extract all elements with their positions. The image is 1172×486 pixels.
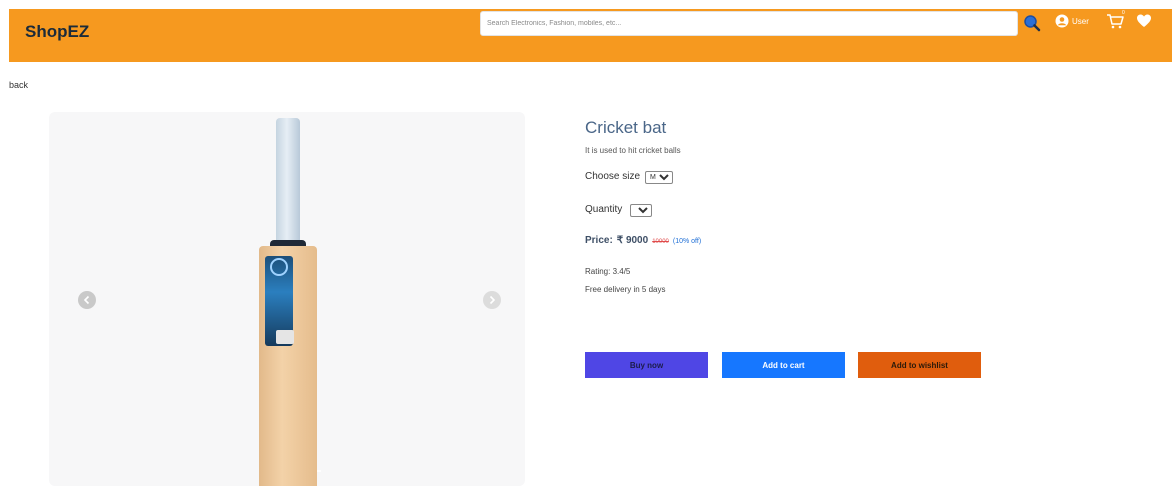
brand-logo[interactable]: ShopEZ — [25, 22, 89, 42]
price-row: Price: ₹ 9000 10000 (10% off) — [585, 235, 701, 246]
bat-tag — [276, 330, 294, 344]
wishlist-nav-button[interactable] — [1136, 13, 1154, 31]
price-label: Price: — [585, 235, 613, 246]
bat-handle — [276, 118, 300, 244]
search-bar — [480, 11, 1018, 36]
cart-count-badge: 0 — [1122, 10, 1125, 16]
product-description: It is used to hit cricket balls — [585, 146, 681, 155]
user-label: User — [1072, 16, 1089, 26]
product-rating: Rating: 3.4/5 — [585, 267, 631, 276]
buy-now-button[interactable]: Buy now — [585, 352, 708, 378]
add-to-wishlist-button[interactable]: Add to wishlist — [858, 352, 981, 378]
chevron-left-icon — [83, 295, 90, 305]
bat-logo-icon — [270, 258, 288, 276]
user-menu[interactable]: User — [1055, 14, 1089, 28]
back-link[interactable]: back — [9, 80, 28, 90]
quantity-select[interactable]: 1 — [630, 204, 652, 217]
price-value: ₹ 9000 — [616, 235, 649, 246]
original-price: 10000 — [652, 239, 669, 245]
carousel-prev-button[interactable] — [78, 291, 96, 309]
size-label: Choose size — [585, 171, 641, 182]
quantity-label: Quantity — [585, 204, 623, 215]
user-icon — [1055, 14, 1069, 28]
search-button[interactable] — [1020, 11, 1044, 35]
chevron-right-icon — [489, 295, 496, 305]
search-icon — [1024, 15, 1041, 32]
product-title: Cricket bat — [585, 118, 667, 137]
discount-badge: (10% off) — [672, 238, 702, 245]
search-input[interactable] — [481, 12, 1001, 35]
heart-icon — [1137, 14, 1151, 27]
delivery-info: Free delivery in 5 days — [585, 285, 666, 294]
size-select[interactable]: M — [645, 171, 673, 184]
carousel-next-button[interactable] — [483, 291, 501, 309]
add-to-cart-button[interactable]: Add to cart — [722, 352, 845, 378]
